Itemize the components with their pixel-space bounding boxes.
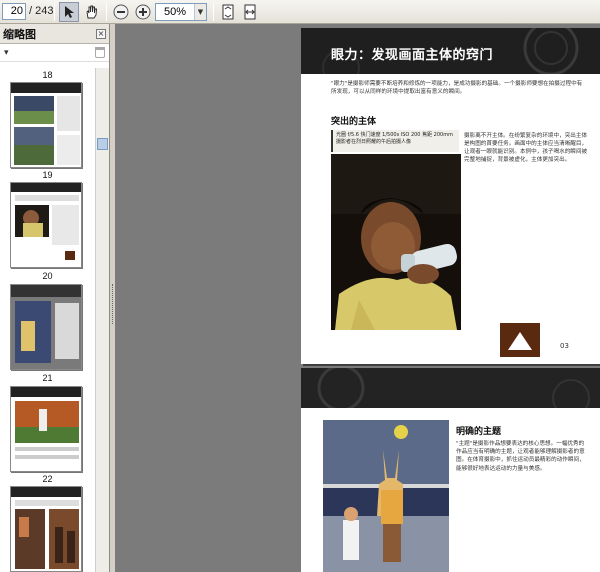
trash-icon[interactable] [95,47,105,58]
page-header-banner: 眼力：发现画面主体的窍门 [301,28,600,74]
document-page: 眼力：发现画面主体的窍门 "眼力"是摄影师需要不断培养和修炼的一项能力，是成功摄… [301,28,600,364]
thumbnail-label: 22 [42,474,53,484]
panel-header: 缩略图 × [0,24,109,44]
body-text: 摄影离不开主体。在纷繁复杂的环境中，突出主体是构图的首要任务。画面中的主体应当清… [464,133,588,163]
thumbnail-image [11,285,81,369]
page-title: 眼力：发现画面主体的窍门 [331,48,494,63]
page-number: 03 [560,342,569,350]
body-text: "主题"是摄影作品想要表达的核心思想。一幅优秀的作品应当有明确的主题，让观者能够… [456,441,585,472]
zoom-select[interactable]: 50% ▼ [155,3,207,21]
toolbar-divider [54,3,55,21]
toolbar: 20 / 243 50% ▼ [0,0,600,24]
section-heading: 突出的主体 [331,117,377,127]
zoom-out-icon [113,4,129,20]
thumbnail-label: 21 [42,373,53,383]
thumbnail-list: 18 19 20 21 22 [0,68,95,572]
options-menu-icon[interactable]: ▾ [4,48,9,58]
toolbar-divider [213,3,214,21]
volleyball-player-photo [323,420,449,572]
panel-toolbar: ▾ [0,44,109,62]
zoom-in-icon [135,4,151,20]
panel-title: 缩略图 [3,27,36,41]
fit-page-button[interactable] [218,2,238,22]
chevron-down-icon[interactable]: ▼ [194,4,206,20]
thumbnail-image [11,83,81,165]
hand-tool-icon [86,5,97,19]
hand-tool-button[interactable] [81,2,101,22]
thumbnail-label: 19 [42,170,53,180]
close-icon[interactable]: × [96,28,106,39]
document-page: 明确的主题 "主题"是摄影作品想要表达的核心思想。一幅优秀的作品应当有明确的主题… [301,368,600,572]
thumbnail-image [11,183,81,260]
intro-paragraph: "眼力"是摄影师需要不断培养和修炼的一项能力，是成功摄影的基础。一个摄影师要想在… [331,81,583,95]
thumbnail-label: 20 [42,271,53,281]
thumbnails-panel: 缩略图 × ▾ 18 19 20 21 22 [0,24,110,572]
boy-drinking-photo [331,154,461,330]
zoom-out-button[interactable] [111,2,131,22]
zoom-value: 50% [163,6,187,18]
triangle-emblem-icon [500,323,540,357]
thumbnail-page-20[interactable] [10,182,82,268]
photo-caption: 光圈 f/5.6 快门速度 1/500s ISO 200 焦距 200mm 摄影… [331,130,459,152]
thumbnail-image [11,487,81,569]
fit-page-icon [222,4,234,20]
thumbnail-page-22[interactable] [10,386,82,472]
scrollbar-thumb[interactable] [97,138,108,150]
camera-lens-icon [317,368,590,408]
toolbar-divider [106,3,107,21]
page-number-input[interactable]: 20 [2,3,26,20]
fit-width-button[interactable] [240,2,260,22]
thumbnail-label: 18 [42,70,53,80]
thumbnail-page-19[interactable] [10,82,82,168]
select-tool-button[interactable] [59,2,79,22]
fit-width-icon [244,4,256,20]
document-view[interactable]: 眼力：发现画面主体的窍门 "眼力"是摄影师需要不断培养和修炼的一项能力，是成功摄… [115,24,600,572]
page-header-banner [301,368,600,408]
thumbnail-page-23[interactable] [10,486,82,572]
page-total-label: / 243 [29,5,54,17]
select-tool-icon [65,6,74,18]
zoom-in-button[interactable] [133,2,153,22]
splitter-grip-icon[interactable] [112,284,114,324]
thumbnail-scrollbar[interactable] [95,68,109,572]
thumbnail-page-21[interactable] [10,284,82,370]
thumbnail-image [11,387,81,459]
section-heading: 明确的主题 [456,427,502,437]
